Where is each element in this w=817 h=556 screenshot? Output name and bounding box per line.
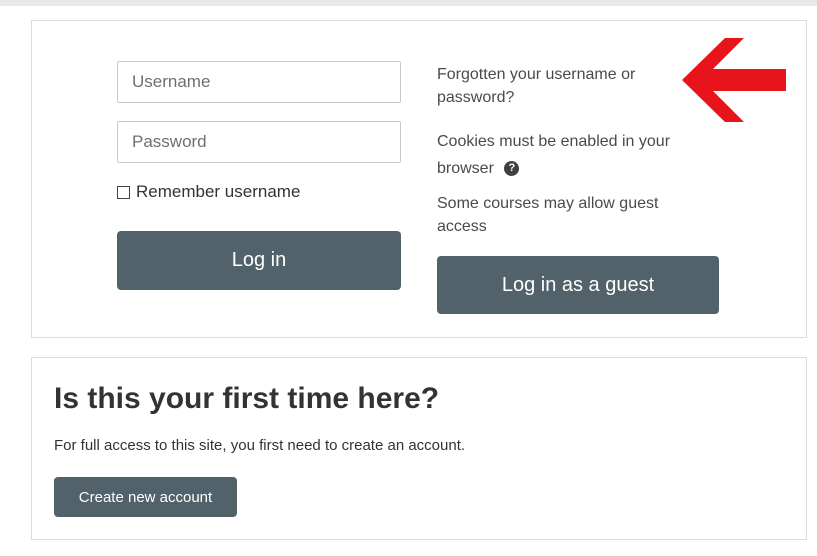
password-input[interactable] [117,121,401,163]
create-account-button[interactable]: Create new account [54,477,237,517]
guest-login-button[interactable]: Log in as a guest [437,256,719,314]
cookies-text: Cookies must be enabled in your browser [437,133,671,177]
username-input[interactable] [117,61,401,103]
help-icon[interactable]: ? [504,161,520,177]
remember-username[interactable]: Remember username [117,182,300,202]
account-description: For full access to this site, you first … [54,437,466,454]
top-strip [0,0,817,6]
remember-label: Remember username [136,182,301,201]
guest-access-note: Some courses may allow guest access [437,195,659,235]
login-button[interactable]: Log in [117,231,401,290]
red-arrow-icon [682,38,786,122]
first-time-heading: Is this your first time here? [54,382,440,415]
remember-checkbox[interactable] [117,185,130,199]
login-page: Remember username Log in Forgotten your … [0,0,817,556]
cookies-notice: Cookies must be enabled in your browser … [437,128,722,182]
forgot-password-link[interactable]: Forgotten your username or password? [437,63,687,109]
